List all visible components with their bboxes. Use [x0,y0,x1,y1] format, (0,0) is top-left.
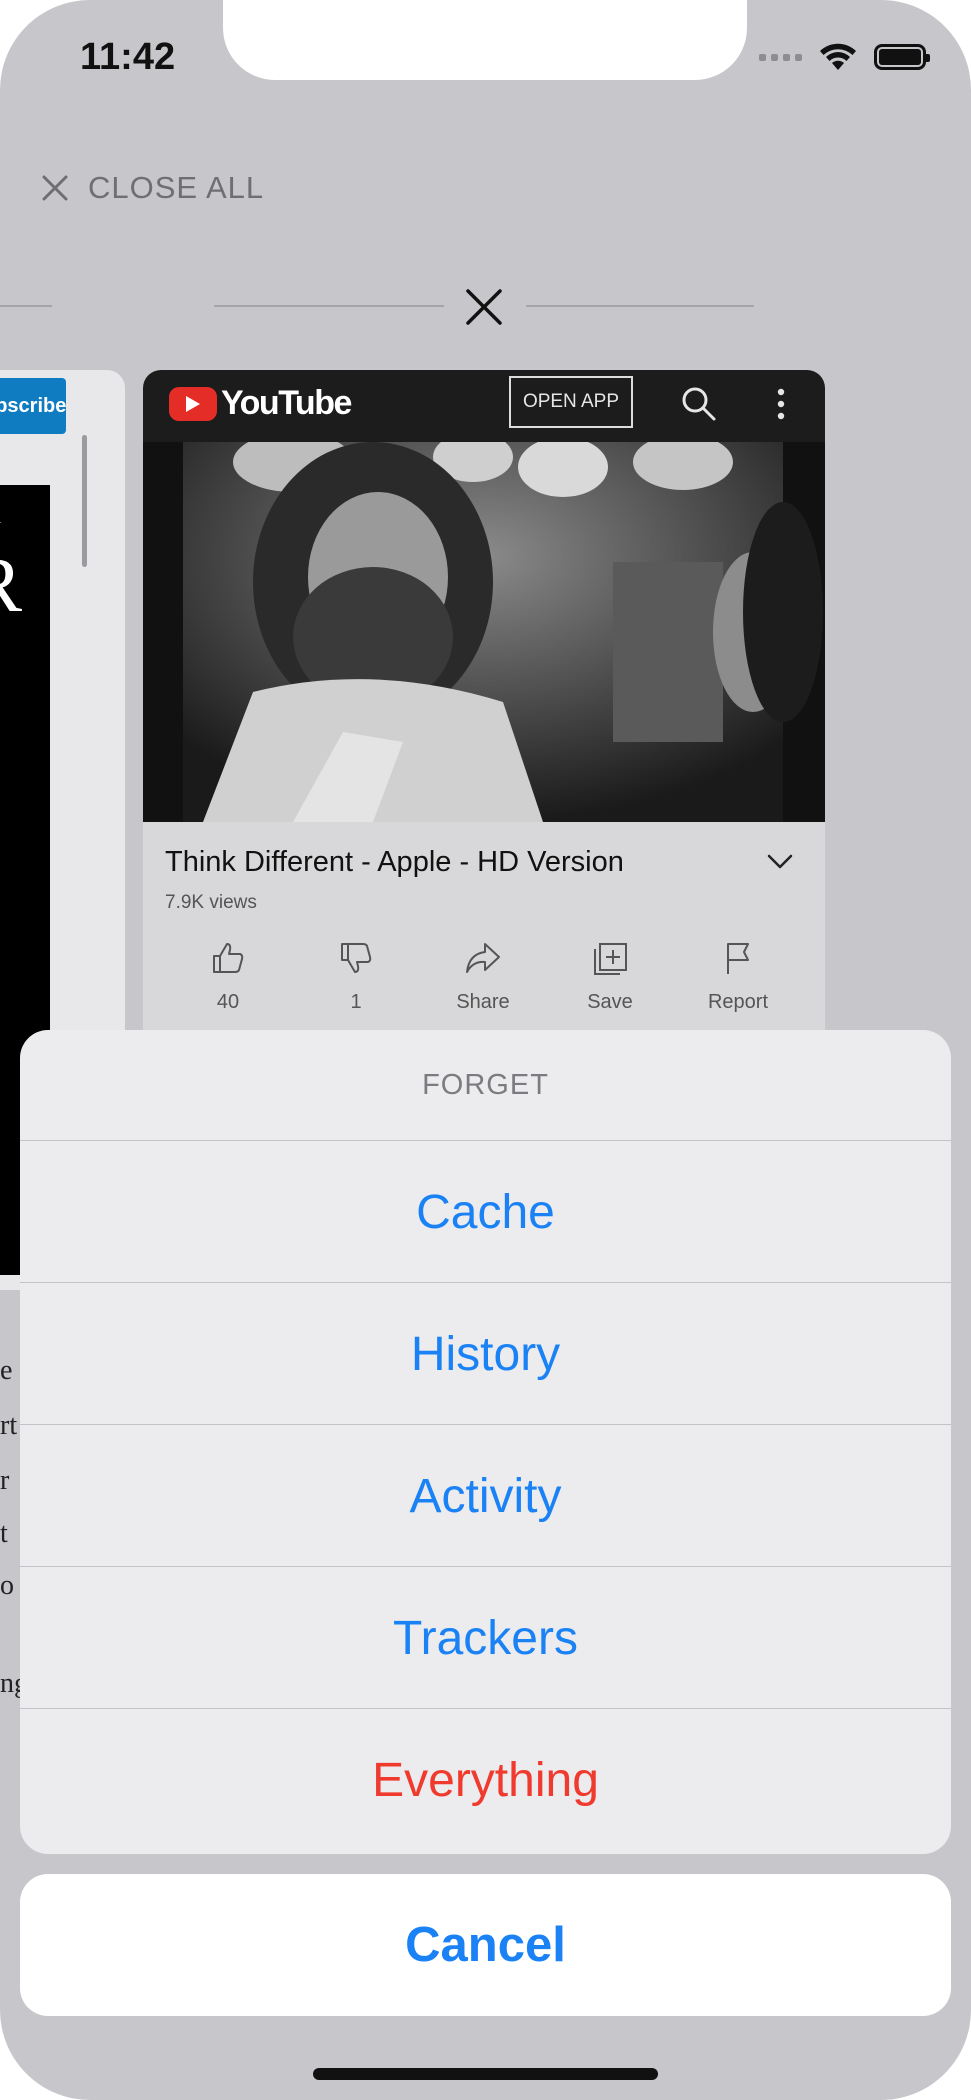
cellular-signal-icon [759,53,802,61]
video-actions: 40 1 Share Save Report [143,940,825,1030]
search-icon[interactable] [679,384,719,424]
status-icons [759,42,930,72]
forget-everything-button[interactable]: Everything [20,1708,951,1851]
tab-card-youtube[interactable]: YouTube OPEN APP Think Different - Apple… [143,370,825,1090]
share-button[interactable]: Share [428,940,538,1014]
page-text: o [0,1570,14,1601]
youtube-logo[interactable]: YouTube [169,384,352,423]
youtube-play-icon [169,386,217,421]
forget-cache-button[interactable]: Cache [20,1140,951,1283]
save-button[interactable]: Save [555,940,665,1014]
forget-action-sheet: FORGET Cache History Activity Trackers E… [20,1030,951,1854]
page-text: e [0,1355,13,1386]
battery-icon [874,44,930,70]
close-tab-icon[interactable] [463,286,505,328]
thumbs-up-icon [213,943,244,973]
share-label: Share [456,991,510,1013]
view-count: 7.9K views [165,892,257,913]
youtube-wordmark: YouTube [221,384,352,422]
device-frame: 11:42 CLOSE ALL Subscribe 2021 R e rt r … [0,0,971,2100]
cover-year: 2021 [0,510,2,528]
action-sheet-title: FORGET [422,1068,549,1101]
scroll-indicator [82,435,87,567]
close-all-label: CLOSE ALL [88,170,265,205]
cover-masthead: R [0,540,22,630]
page-text: r [0,1465,10,1496]
page-text: rt [0,1410,18,1441]
open-app-button[interactable]: OPEN APP [509,376,633,428]
notch [223,0,747,80]
close-all-button[interactable]: CLOSE ALL [40,170,264,206]
video-title: Think Different - Apple - HD Version [165,846,624,878]
forget-trackers-button[interactable]: Trackers [20,1566,951,1709]
cancel-button[interactable]: Cancel [20,1874,951,2016]
forget-activity-button[interactable]: Activity [20,1424,951,1567]
share-icon [466,943,500,973]
chevron-down-icon[interactable] [767,854,793,870]
home-indicator[interactable] [313,2068,658,2080]
page-text: t [0,1518,8,1549]
video-frame-thumbnail [143,442,825,822]
like-button[interactable]: 40 [173,940,283,1014]
tab-divider [0,305,52,307]
like-count: 40 [216,991,240,1013]
status-time: 11:42 [80,36,176,78]
dislike-count: 1 [350,991,362,1013]
more-options-icon[interactable] [775,386,787,422]
report-button[interactable]: Report [683,940,793,1014]
flag-icon [727,943,749,974]
wifi-icon [820,43,856,70]
add-to-playlist-icon [594,943,627,975]
forget-history-button[interactable]: History [20,1282,951,1425]
tab-divider [214,305,444,307]
close-icon [42,175,68,201]
tab-divider [526,305,754,307]
youtube-header: YouTube OPEN APP [143,370,825,442]
save-label: Save [587,991,633,1013]
thumbs-down-icon [341,943,372,973]
video-player[interactable] [143,442,825,822]
dislike-button[interactable]: 1 [301,940,411,1014]
subscribe-button: Subscribe [0,378,66,434]
report-label: Report [707,991,769,1013]
